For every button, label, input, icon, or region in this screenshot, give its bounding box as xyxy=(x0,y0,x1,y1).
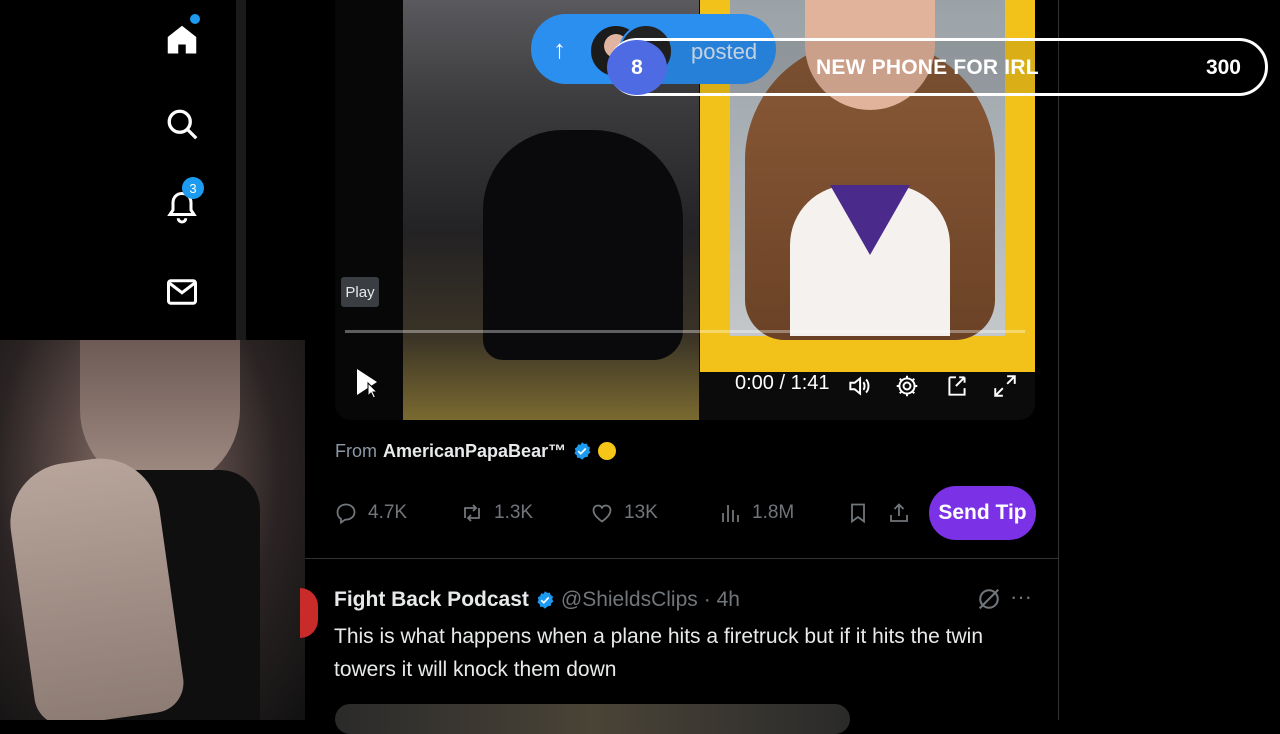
bookmark-icon xyxy=(851,503,865,524)
post-divider xyxy=(305,558,1058,559)
analytics-icon xyxy=(722,505,739,522)
picture-in-picture-icon[interactable] xyxy=(941,370,973,402)
unread-dot xyxy=(190,14,200,24)
share-button[interactable] xyxy=(887,495,911,531)
post-header: Fight Back Podcast @ShieldsClips · 4h xyxy=(334,586,740,614)
post-media[interactable] xyxy=(335,704,850,734)
alert-count-badge: 8 xyxy=(607,40,667,95)
fullscreen-icon[interactable] xyxy=(989,370,1021,402)
views-button[interactable]: 1.8M xyxy=(718,495,794,531)
post-timestamp[interactable]: · 4h xyxy=(704,588,740,612)
bell-icon[interactable]: 3 xyxy=(160,177,204,229)
attribution-author-link[interactable]: AmericanPapaBear™ xyxy=(383,441,566,462)
video-timestamp: 0:00 / 1:41 xyxy=(735,372,830,394)
video-attribution: From AmericanPapaBear™ xyxy=(335,438,617,464)
repost-icon xyxy=(464,504,480,522)
bookmark-button[interactable] xyxy=(846,495,870,531)
send-tip-button[interactable]: Send Tip xyxy=(929,486,1036,540)
reply-count: 4.7K xyxy=(368,502,408,523)
left-nav: 3 xyxy=(0,0,235,340)
play-icon[interactable] xyxy=(351,365,381,399)
repost-count: 1.3K xyxy=(494,502,534,523)
author-name[interactable]: Fight Back Podcast xyxy=(334,588,529,612)
post-action-bar: 4.7K 1.3K 13K 1.8M Send Tip xyxy=(334,486,1036,540)
attribution-prefix: From xyxy=(335,440,377,461)
arrow-up-icon: ↑ xyxy=(553,34,566,64)
more-options-icon[interactable]: ··· xyxy=(1010,584,1040,612)
grok-icon[interactable] xyxy=(975,585,1003,613)
reply-button[interactable]: 4.7K xyxy=(334,495,407,531)
mail-icon[interactable] xyxy=(160,270,204,314)
goal-amount: 300 xyxy=(1205,56,1241,79)
webcam-overlay xyxy=(0,340,305,720)
stream-goal-bar: NEW PHONE FOR IRL 300 xyxy=(608,38,1268,96)
settings-gear-icon[interactable] xyxy=(891,370,923,402)
home-icon[interactable] xyxy=(160,14,204,62)
goal-title: NEW PHONE FOR IRL xyxy=(816,56,1039,79)
like-count: 13K xyxy=(624,502,658,523)
share-icon xyxy=(890,503,908,522)
author-handle[interactable]: @ShieldsClips xyxy=(561,588,698,612)
repost-button[interactable]: 1.3K xyxy=(460,495,533,531)
notification-badge: 3 xyxy=(182,177,204,199)
volume-icon[interactable] xyxy=(843,370,875,402)
view-count: 1.8M xyxy=(752,502,795,523)
verified-badge-icon xyxy=(574,442,591,460)
verified-badge-icon xyxy=(537,591,554,609)
play-tooltip: Play xyxy=(341,277,379,307)
like-button[interactable]: 13K xyxy=(590,495,658,531)
video-progress-bar[interactable] xyxy=(345,330,1025,333)
reply-icon xyxy=(336,503,356,525)
search-icon[interactable] xyxy=(160,102,204,146)
post-text: This is what happens when a plane hits a… xyxy=(334,625,984,681)
affiliate-badge-icon xyxy=(598,442,617,460)
heart-icon xyxy=(592,504,612,523)
